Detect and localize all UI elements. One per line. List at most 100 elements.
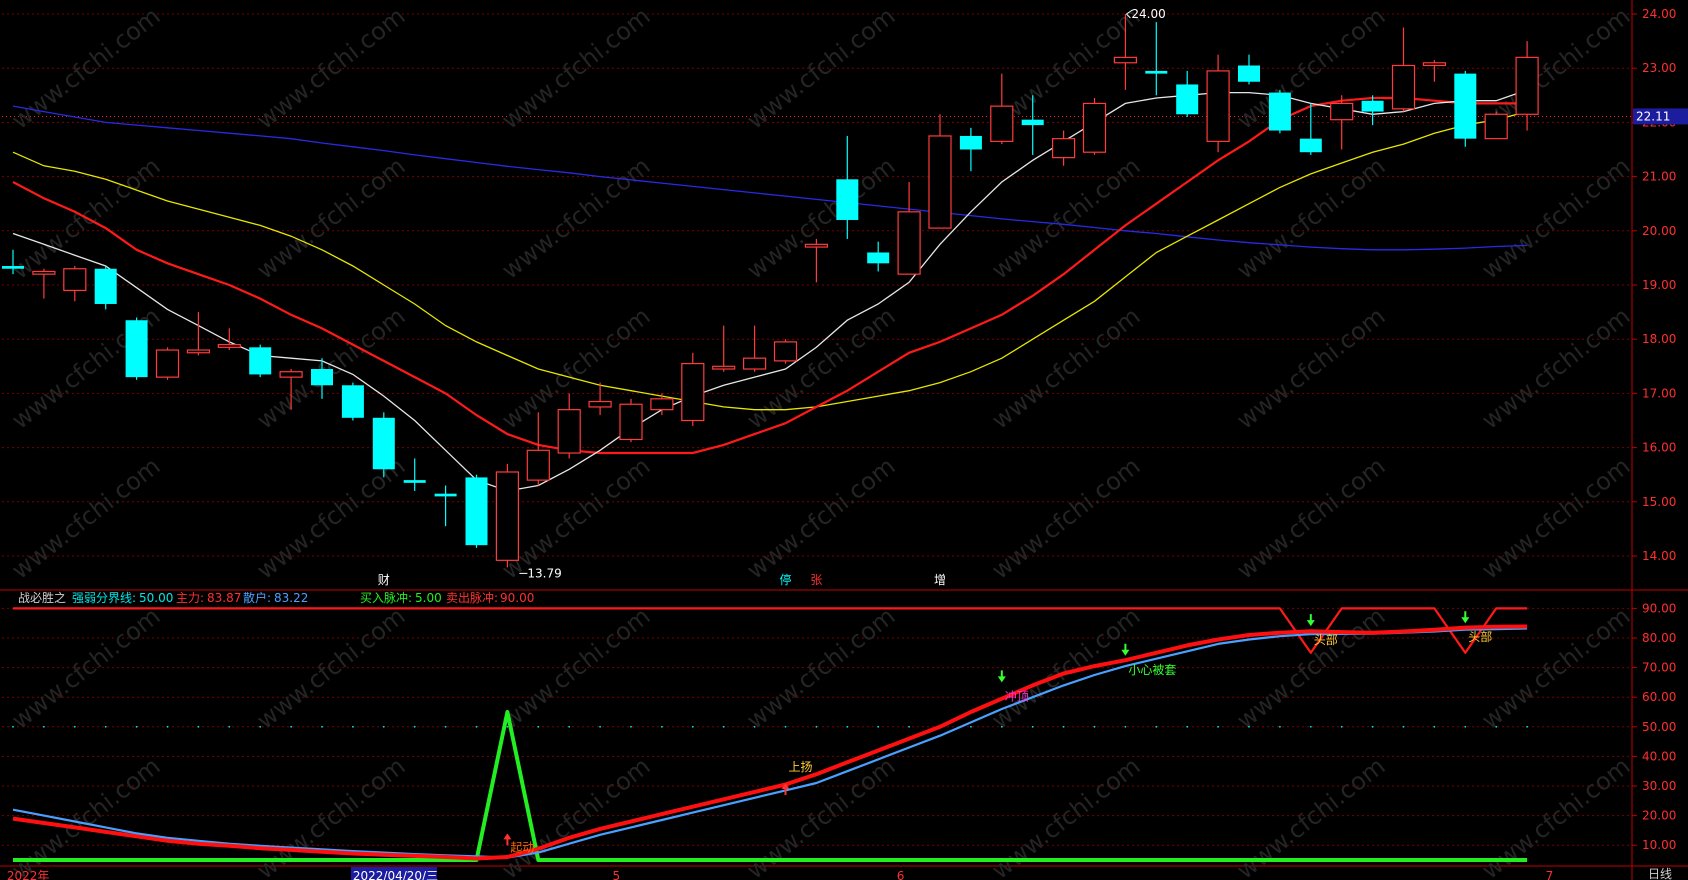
candle[interactable]: [990, 73, 1014, 145]
candle[interactable]: [186, 312, 210, 356]
candle[interactable]: [557, 393, 581, 459]
candle[interactable]: [1299, 103, 1322, 155]
candle[interactable]: [125, 317, 148, 380]
threshold-dot: [1062, 725, 1065, 728]
event-marker: 财: [378, 573, 390, 587]
candle-body: [928, 135, 952, 229]
threshold-dot: [506, 725, 509, 728]
candle[interactable]: [836, 135, 859, 239]
threshold-dot: [444, 725, 447, 728]
candle[interactable]: [712, 325, 736, 372]
candle[interactable]: [681, 352, 705, 426]
threshold-dot: [1495, 725, 1498, 728]
signal-label: 头部: [1314, 632, 1338, 647]
signal-label: 上扬: [789, 759, 813, 774]
watermark-text: www.cfchi.com: [496, 2, 655, 135]
candle[interactable]: [495, 463, 519, 568]
grid-lines: [0, 0, 1688, 880]
legend-buy-value: 5.00: [415, 591, 442, 605]
threshold-dot: [1124, 725, 1127, 728]
price-tick-label: 16.00: [1642, 441, 1676, 455]
candle[interactable]: [928, 114, 952, 229]
watermark-text: www.cfchi.com: [741, 602, 900, 735]
candle-body: [403, 480, 426, 483]
threshold-dot: [970, 725, 972, 728]
watermark-text: www.cfchi.com: [1476, 602, 1635, 735]
candle[interactable]: [1051, 130, 1076, 166]
candle[interactable]: [1484, 111, 1508, 140]
candle[interactable]: [465, 474, 488, 548]
candle[interactable]: [32, 268, 56, 299]
candle[interactable]: [1082, 98, 1107, 155]
candle-body: [1515, 56, 1539, 115]
threshold-dot: [12, 725, 14, 728]
watermark-text: www.cfchi.com: [1476, 452, 1635, 585]
period-label[interactable]: 日线: [1648, 867, 1672, 880]
candle[interactable]: [1422, 60, 1447, 82]
candle[interactable]: [867, 241, 890, 272]
threshold-dot: [413, 725, 416, 728]
candle-body: [32, 270, 56, 275]
candle-body: [94, 268, 117, 304]
candle[interactable]: [155, 347, 180, 380]
candle[interactable]: [1391, 27, 1416, 112]
legend-threshold-value: 50.00: [139, 591, 173, 605]
candle[interactable]: [434, 485, 457, 527]
threshold-dot: [259, 725, 262, 728]
candle[interactable]: [94, 266, 117, 310]
candle[interactable]: [619, 398, 643, 443]
down-arrow-icon: [997, 670, 1006, 683]
candle[interactable]: [588, 382, 612, 416]
threshold-dot: [630, 725, 632, 728]
time-axis-label: 2022年: [7, 869, 50, 880]
indicator-tick-label: 70.00: [1642, 661, 1676, 675]
candle[interactable]: [1176, 70, 1199, 117]
candle[interactable]: [773, 339, 798, 364]
candle[interactable]: [650, 393, 674, 416]
candle[interactable]: [742, 325, 767, 372]
candle[interactable]: [526, 412, 550, 486]
stock-chart-canvas[interactable]: www.cfchi.com www.cfchi.com www.cfchi.com w…: [0, 0, 1688, 880]
candle[interactable]: [341, 382, 364, 421]
candle[interactable]: [1454, 70, 1477, 147]
threshold-dot: [1000, 725, 1003, 728]
time-axis-label: 5: [612, 869, 620, 880]
candle[interactable]: [1145, 22, 1168, 96]
down-arrow-icon: [1121, 643, 1130, 656]
watermark-text: www.cfchi.com: [741, 452, 900, 585]
watermark: www.cfchi.com www.cfchi.com www.cfchi.com w…: [6, 2, 1635, 880]
candle[interactable]: [63, 266, 87, 302]
candle[interactable]: [1515, 41, 1539, 131]
legend-main-label: 主力:: [176, 591, 204, 605]
candle[interactable]: [959, 127, 982, 172]
candle[interactable]: [804, 238, 829, 283]
threshold-dot: [475, 725, 478, 728]
candle-body: [1422, 62, 1447, 67]
threshold-dot: [228, 725, 231, 728]
candle-body: [619, 403, 643, 441]
watermark-text: www.cfchi.com: [1476, 152, 1635, 285]
candle[interactable]: [372, 412, 395, 478]
candle-body: [1051, 138, 1076, 159]
indicator-tick-label: 80.00: [1642, 631, 1676, 645]
candle[interactable]: [1206, 54, 1230, 153]
candle[interactable]: [897, 182, 921, 275]
candle[interactable]: [249, 344, 272, 378]
watermark-text: www.cfchi.com: [496, 152, 655, 285]
candle-body: [1145, 70, 1168, 74]
candle[interactable]: [1238, 54, 1260, 85]
candle-body: [2, 266, 24, 269]
candle[interactable]: [1268, 89, 1291, 134]
candle-body: [588, 400, 612, 408]
candle-body: [1299, 138, 1322, 153]
price-tick-label: 17.00: [1642, 386, 1676, 400]
candle-body: [867, 252, 890, 264]
indicator-tick-label: 40.00: [1642, 749, 1676, 763]
current-price-label: 22.11: [1636, 109, 1670, 123]
watermark-text: www.cfchi.com: [741, 152, 900, 285]
candle-body: [1268, 92, 1291, 131]
threshold-dot: [1371, 725, 1374, 728]
candle-body: [773, 341, 798, 362]
event-marker: 张: [810, 573, 822, 587]
threshold-dot: [1093, 725, 1096, 728]
